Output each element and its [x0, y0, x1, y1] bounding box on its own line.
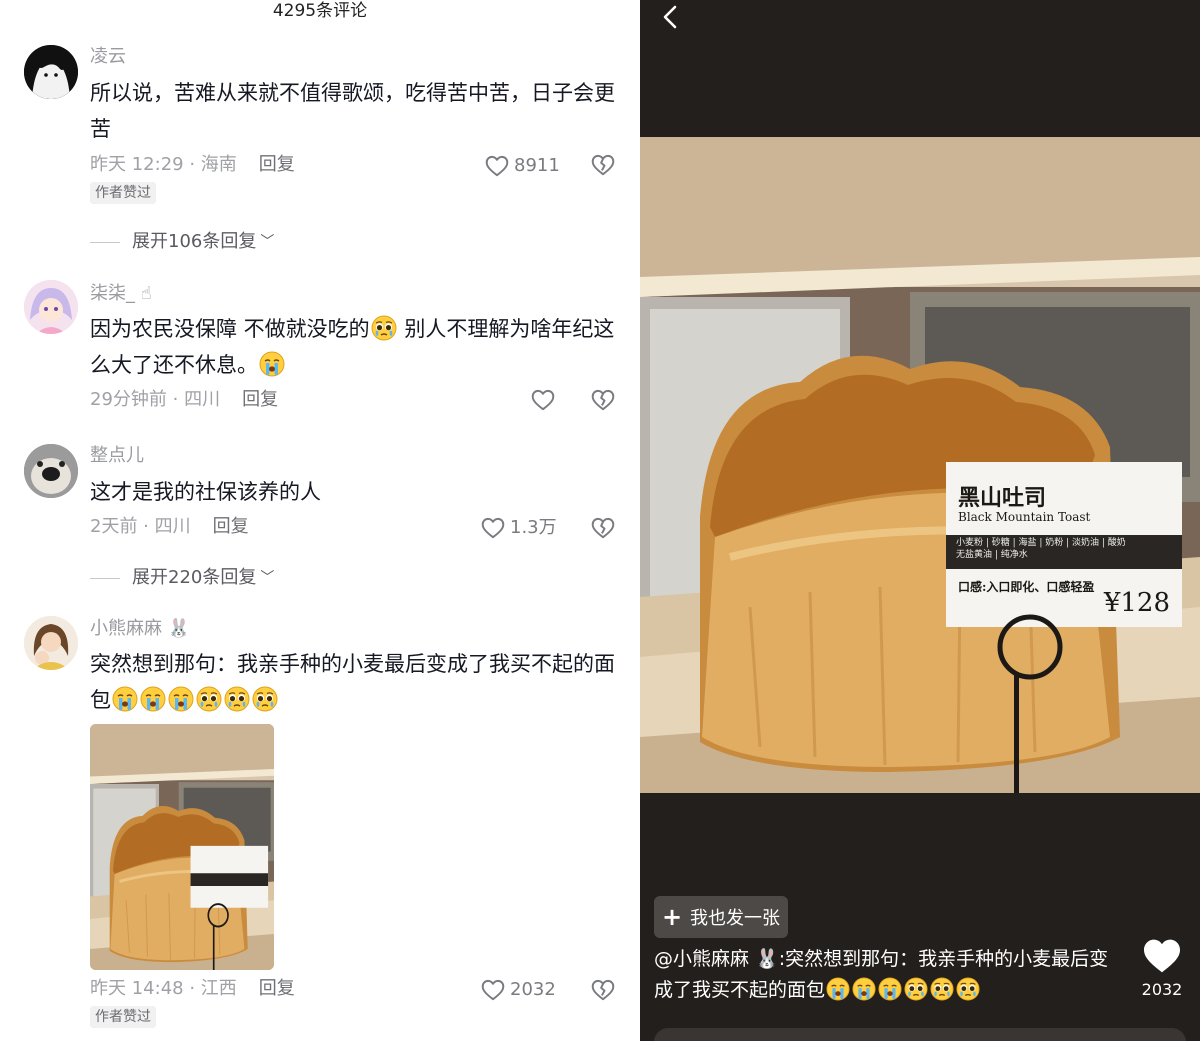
like-button[interactable]: 8911 [484, 153, 560, 179]
dislike-icon[interactable] [590, 977, 616, 1003]
rabbit-emoji-icon: 🐰 [162, 618, 191, 639]
sign-ingredients-line: 小麦粉 | 砂糖 | 海盐 | 奶粉 | 淡奶油 | 酸奶 [956, 538, 1126, 548]
pleading-face-emoji-icon [196, 686, 222, 712]
comment-input-bar[interactable] [654, 1028, 1186, 1041]
pleading-face-emoji-icon [252, 686, 278, 712]
rabbit-emoji-icon: 🐰 [749, 948, 779, 970]
comment-meta: 昨天 12:29 · 海南 回复 [90, 153, 295, 177]
reply-button[interactable]: 回复 [259, 978, 295, 999]
crying-face-emoji-icon [140, 686, 166, 712]
crying-face-emoji-icon [826, 977, 850, 1001]
post-also-label: 我也发一张 [690, 908, 781, 929]
sign-price: ¥128 [1103, 588, 1170, 618]
heart-icon [480, 515, 506, 541]
pleading-face-emoji-icon [224, 686, 250, 712]
username-text: 柒柒_ [90, 283, 135, 304]
comments-panel: 4295条评论 凌云 所以说，苦难从来就不值得歌颂，吃得苦中苦，日子会更苦 昨天… [0, 0, 640, 1041]
divider [90, 577, 120, 579]
like-count: 8911 [514, 155, 560, 176]
comment-time-location: 昨天 14:48 · 江西 [90, 978, 237, 999]
hand-icon: ☝ [135, 283, 152, 304]
like-count: 1.3万 [510, 517, 557, 538]
comment-time-location: 29分钟前 · 四川 [90, 389, 221, 410]
like-count: 2032 [510, 979, 556, 1000]
username-text: 小熊麻麻 [90, 618, 162, 639]
pleading-face-emoji-icon [956, 977, 980, 1001]
expand-replies-button[interactable]: 展开106条回复 ﹀ [90, 230, 274, 254]
comment-meta: 29分钟前 · 四川 回复 [90, 388, 278, 412]
sign-ingredients-line: 无盐黄油 | 纯净水 [956, 550, 1028, 560]
bread-photo-image [90, 724, 274, 970]
post-also-button[interactable]: + 我也发一张 [654, 896, 788, 938]
crying-face-emoji-icon [852, 977, 876, 1001]
crying-face-emoji-icon [259, 351, 285, 377]
avatar[interactable] [24, 444, 78, 498]
plus-icon: + [661, 903, 683, 931]
comment-text: 因为农民没保障 不做就没吃的 别人不理解为啥年纪这么大了还不休息。 [90, 311, 620, 383]
sign-taste: 口感:入口即化、口感轻盈 [958, 580, 1095, 594]
like-count: 2032 [1141, 980, 1183, 999]
author-liked-badge: 作者赞过 [90, 182, 156, 204]
image-viewer: 黑山吐司 Black Mountain Toast 小麦粉 | 砂糖 | 海盐 … [640, 0, 1200, 1041]
comments-count-title: 4295条评论 [272, 1, 368, 21]
reply-button[interactable]: 回复 [259, 154, 295, 175]
back-arrow-icon[interactable] [658, 4, 684, 30]
divider [90, 241, 120, 243]
author-liked-badge: 作者赞过 [90, 1006, 156, 1028]
dislike-icon[interactable] [590, 387, 616, 413]
sign-ingredients: 小麦粉 | 砂糖 | 海盐 | 奶粉 | 淡奶油 | 酸奶 无盐黄油 | 纯净水 [956, 537, 1126, 561]
heart-icon[interactable] [1142, 938, 1182, 974]
heart-icon [530, 387, 556, 413]
sign-title: 黑山吐司 [958, 485, 1047, 511]
comment-meta: 2天前 · 四川 回复 [90, 515, 249, 539]
comment-meta: 昨天 14:48 · 江西 回复 [90, 977, 295, 1001]
comment-text: 突然想到那句：我亲手种的小麦最后变成了我买不起的面包 [90, 646, 630, 718]
expand-replies-label: 展开106条回复 [132, 231, 257, 252]
price-sign: 黑山吐司 Black Mountain Toast 小麦粉 | 砂糖 | 海盐 … [946, 462, 1182, 627]
image-caption: @小熊麻麻 🐰:突然想到那句：我亲手种的小麦最后变成了我买不起的面包 [654, 944, 1124, 1006]
expand-replies-label: 展开220条回复 [132, 567, 257, 588]
chevron-down-icon: ﹀ [260, 570, 275, 586]
comment-image-thumbnail[interactable] [90, 724, 274, 970]
reply-button[interactable]: 回复 [242, 389, 278, 410]
pleading-face-emoji-icon [930, 977, 954, 1001]
pleading-face-emoji-icon [904, 977, 928, 1001]
like-button[interactable]: 1.3万 [480, 515, 557, 541]
avatar[interactable] [24, 280, 78, 334]
comment-username[interactable]: 小熊麻麻 🐰 [90, 617, 190, 641]
comment-username[interactable]: 凌云 [90, 45, 126, 69]
reply-button[interactable]: 回复 [213, 516, 249, 537]
chevron-down-icon: ﹀ [260, 234, 275, 250]
crying-face-emoji-icon [112, 686, 138, 712]
pleading-face-emoji-icon [371, 315, 397, 341]
avatar[interactable] [24, 45, 78, 99]
like-button[interactable] [530, 387, 556, 413]
comment-text: 所以说，苦难从来就不值得歌颂，吃得苦中苦，日子会更苦 [90, 81, 615, 141]
crying-face-emoji-icon [168, 686, 194, 712]
comment-time-location: 昨天 12:29 · 海南 [90, 154, 237, 175]
comment-username[interactable]: 柒柒_ ☝ [90, 282, 152, 306]
like-button[interactable]: 2032 [480, 977, 556, 1003]
comment-username[interactable]: 整点儿 [90, 444, 144, 468]
avatar[interactable] [24, 616, 78, 670]
dislike-icon[interactable] [590, 515, 616, 541]
crying-face-emoji-icon [878, 977, 902, 1001]
dislike-icon[interactable] [590, 152, 616, 178]
sign-subtitle: Black Mountain Toast [958, 510, 1091, 524]
expand-replies-button[interactable]: 展开220条回复 ﹀ [90, 566, 274, 590]
heart-icon [484, 153, 510, 179]
caption-username[interactable]: @小熊麻麻 [654, 948, 749, 970]
heart-icon [480, 977, 506, 1003]
comment-text-part: 因为农民没保障 不做就没吃的 [90, 317, 370, 341]
bread-photo[interactable]: 黑山吐司 Black Mountain Toast 小麦粉 | 砂糖 | 海盐 … [640, 137, 1200, 793]
comment-text: 这才是我的社保该养的人 [90, 480, 321, 504]
comment-time-location: 2天前 · 四川 [90, 516, 191, 537]
comment-text-part: 突然想到那句：我亲手种的小麦最后变成了我买不起的 [90, 652, 594, 676]
